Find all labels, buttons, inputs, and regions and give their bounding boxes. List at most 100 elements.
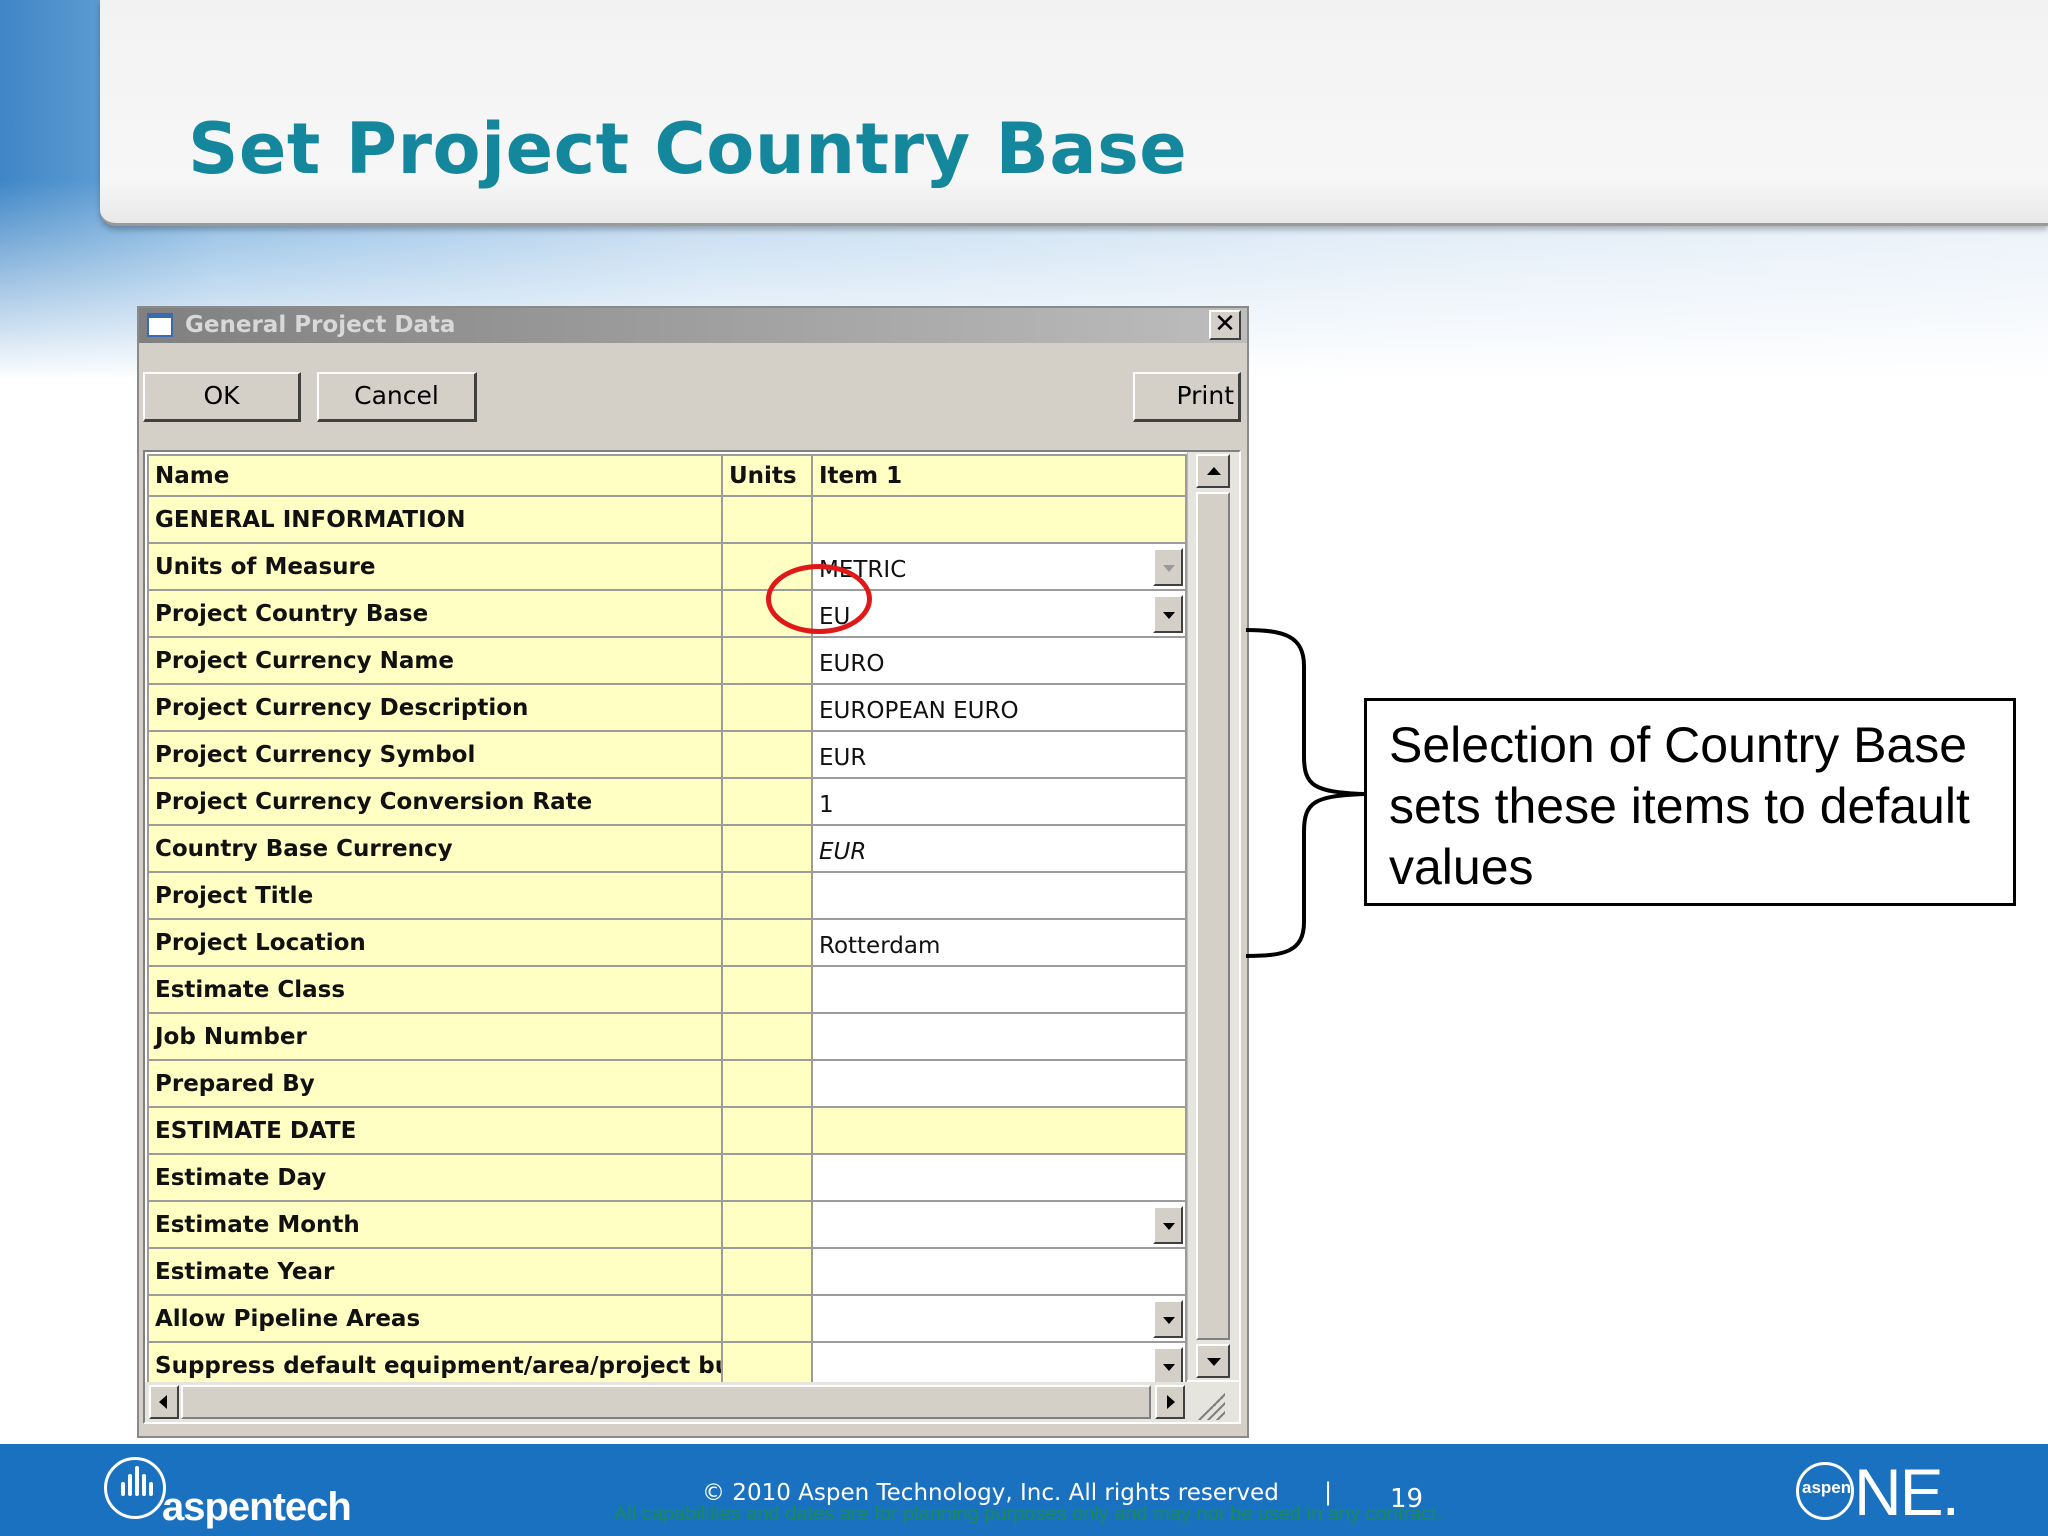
data-table: Name Units Item 1 GENERAL INFORMATION Uni… bbox=[147, 454, 1187, 1390]
footer-separator: | bbox=[1324, 1478, 1333, 1506]
data-grid: Name Units Item 1 GENERAL INFORMATION Uni… bbox=[143, 450, 1241, 1424]
callout-box: Selection of Country Base sets these ite… bbox=[1364, 698, 2016, 906]
row-units-cell bbox=[721, 824, 813, 873]
dialog-titlebar[interactable]: General Project Data ✕ bbox=[139, 308, 1247, 343]
dropdown-arrow-icon bbox=[1153, 548, 1183, 586]
row-name-cell: Units of Measure bbox=[147, 542, 723, 591]
column-header-units: Units bbox=[721, 454, 813, 497]
row-value-text: EUR bbox=[819, 838, 867, 865]
row-value-cell[interactable] bbox=[811, 871, 1187, 920]
table-row[interactable]: Units of Measure METRIC bbox=[147, 542, 1187, 591]
row-value-cell bbox=[811, 1106, 1187, 1155]
row-value-cell[interactable] bbox=[811, 1294, 1187, 1343]
table-header-row: Name Units Item 1 bbox=[147, 454, 1187, 497]
scroll-right-arrow-icon[interactable] bbox=[1155, 1385, 1185, 1419]
row-value-cell[interactable]: EUROPEAN EURO bbox=[811, 683, 1187, 732]
callout-line-2: sets these items to default bbox=[1389, 778, 1970, 834]
dropdown-arrow-icon[interactable] bbox=[1153, 595, 1183, 633]
row-units-cell bbox=[721, 636, 813, 685]
row-value-cell[interactable]: METRIC bbox=[811, 542, 1187, 591]
dropdown-arrow-icon[interactable] bbox=[1153, 1300, 1183, 1338]
row-value-text: EURO bbox=[819, 650, 885, 677]
table-row[interactable]: Estimate Year bbox=[147, 1247, 1187, 1296]
row-value-cell bbox=[811, 495, 1187, 544]
print-button[interactable]: Print bbox=[1133, 372, 1241, 422]
table-row[interactable]: Prepared By bbox=[147, 1059, 1187, 1108]
row-units-cell bbox=[721, 871, 813, 920]
horizontal-scrollbar[interactable] bbox=[145, 1382, 1239, 1422]
row-name-cell: Project Location bbox=[147, 918, 723, 967]
table-row[interactable]: Project Country Base EU bbox=[147, 589, 1187, 638]
row-value-cell[interactable] bbox=[811, 965, 1187, 1014]
row-value-cell[interactable]: EUR bbox=[811, 730, 1187, 779]
table-row[interactable]: GENERAL INFORMATION bbox=[147, 495, 1187, 544]
table-row[interactable]: Project Currency Conversion Rate 1 bbox=[147, 777, 1187, 826]
row-units-cell bbox=[721, 495, 813, 544]
table-row[interactable]: Allow Pipeline Areas bbox=[147, 1294, 1187, 1343]
dropdown-arrow-icon[interactable] bbox=[1153, 1347, 1183, 1385]
aspenone-small-text: aspen bbox=[1802, 1478, 1852, 1497]
disclaimer-text: All capabilities and dates are for plann… bbox=[614, 1503, 1443, 1525]
row-value-cell[interactable]: EUR bbox=[811, 824, 1187, 873]
row-name-cell: Prepared By bbox=[147, 1059, 723, 1108]
row-value-cell[interactable] bbox=[811, 1153, 1187, 1202]
table-row[interactable]: Project Currency Symbol EUR bbox=[147, 730, 1187, 779]
row-name-cell: Estimate Year bbox=[147, 1247, 723, 1296]
row-value-cell[interactable] bbox=[811, 1059, 1187, 1108]
row-units-cell bbox=[721, 1200, 813, 1249]
row-name-cell: ESTIMATE DATE bbox=[147, 1106, 723, 1155]
table-row[interactable]: Job Number bbox=[147, 1012, 1187, 1061]
window-icon bbox=[147, 313, 173, 337]
row-value-text: EUROPEAN EURO bbox=[819, 697, 1019, 724]
row-value-text: Rotterdam bbox=[819, 932, 941, 959]
resize-grip-icon[interactable] bbox=[1195, 1390, 1225, 1420]
aspenone-logo: aspen NE. bbox=[1796, 1455, 1960, 1529]
scroll-down-arrow-icon[interactable] bbox=[1196, 1344, 1230, 1378]
aspenone-large-text: NE. bbox=[1854, 1455, 1960, 1529]
row-units-cell bbox=[721, 1294, 813, 1343]
aspentech-logo: aspentech bbox=[102, 1451, 352, 1531]
aspentech-wave-icon bbox=[104, 1457, 166, 1519]
aspentech-wordmark: aspentech bbox=[162, 1485, 352, 1529]
horizontal-scroll-thumb[interactable] bbox=[181, 1385, 1151, 1419]
row-value-cell[interactable] bbox=[811, 1012, 1187, 1061]
callout-line-1: Selection of Country Base bbox=[1389, 717, 1968, 773]
row-value-cell[interactable] bbox=[811, 1247, 1187, 1296]
row-value-cell[interactable]: 1 bbox=[811, 777, 1187, 826]
row-name-cell: Country Base Currency bbox=[147, 824, 723, 873]
dropdown-arrow-icon[interactable] bbox=[1153, 1206, 1183, 1244]
table-row[interactable]: Estimate Day bbox=[147, 1153, 1187, 1202]
row-value-cell[interactable]: Rotterdam bbox=[811, 918, 1187, 967]
row-value-cell[interactable] bbox=[811, 1200, 1187, 1249]
row-name-cell: Project Currency Conversion Rate bbox=[147, 777, 723, 826]
close-button[interactable]: ✕ bbox=[1209, 310, 1241, 340]
row-units-cell bbox=[721, 1059, 813, 1108]
callout-line-3: values bbox=[1389, 839, 1534, 895]
row-name-cell: Project Currency Name bbox=[147, 636, 723, 685]
row-value-text: 1 bbox=[819, 791, 834, 818]
column-header-item: Item 1 bbox=[811, 454, 1187, 497]
table-row[interactable]: Project Currency Name EURO bbox=[147, 636, 1187, 685]
vertical-scroll-thumb[interactable] bbox=[1196, 492, 1230, 1340]
ok-button[interactable]: OK bbox=[143, 372, 301, 422]
cancel-button[interactable]: Cancel bbox=[317, 372, 477, 422]
row-name-cell: Project Country Base bbox=[147, 589, 723, 638]
curly-brace-icon bbox=[1245, 628, 1365, 958]
table-row[interactable]: Estimate Class bbox=[147, 965, 1187, 1014]
row-units-cell bbox=[721, 918, 813, 967]
scroll-up-arrow-icon[interactable] bbox=[1196, 454, 1230, 488]
table-row[interactable]: Project Title bbox=[147, 871, 1187, 920]
table-row[interactable]: Estimate Month bbox=[147, 1200, 1187, 1249]
table-row[interactable]: Project Location Rotterdam bbox=[147, 918, 1187, 967]
table-row[interactable]: Country Base Currency EUR bbox=[147, 824, 1187, 873]
scroll-left-arrow-icon[interactable] bbox=[149, 1385, 179, 1419]
table-row[interactable]: Project Currency Description EUROPEAN EUR… bbox=[147, 683, 1187, 732]
table-row[interactable]: ESTIMATE DATE bbox=[147, 1106, 1187, 1155]
row-units-cell bbox=[721, 965, 813, 1014]
row-name-cell: GENERAL INFORMATION bbox=[147, 495, 723, 544]
row-value-cell[interactable]: EURO bbox=[811, 636, 1187, 685]
row-value-text: EUR bbox=[819, 744, 867, 771]
row-name-cell: Estimate Class bbox=[147, 965, 723, 1014]
row-name-cell: Job Number bbox=[147, 1012, 723, 1061]
vertical-scrollbar[interactable] bbox=[1187, 452, 1239, 1380]
